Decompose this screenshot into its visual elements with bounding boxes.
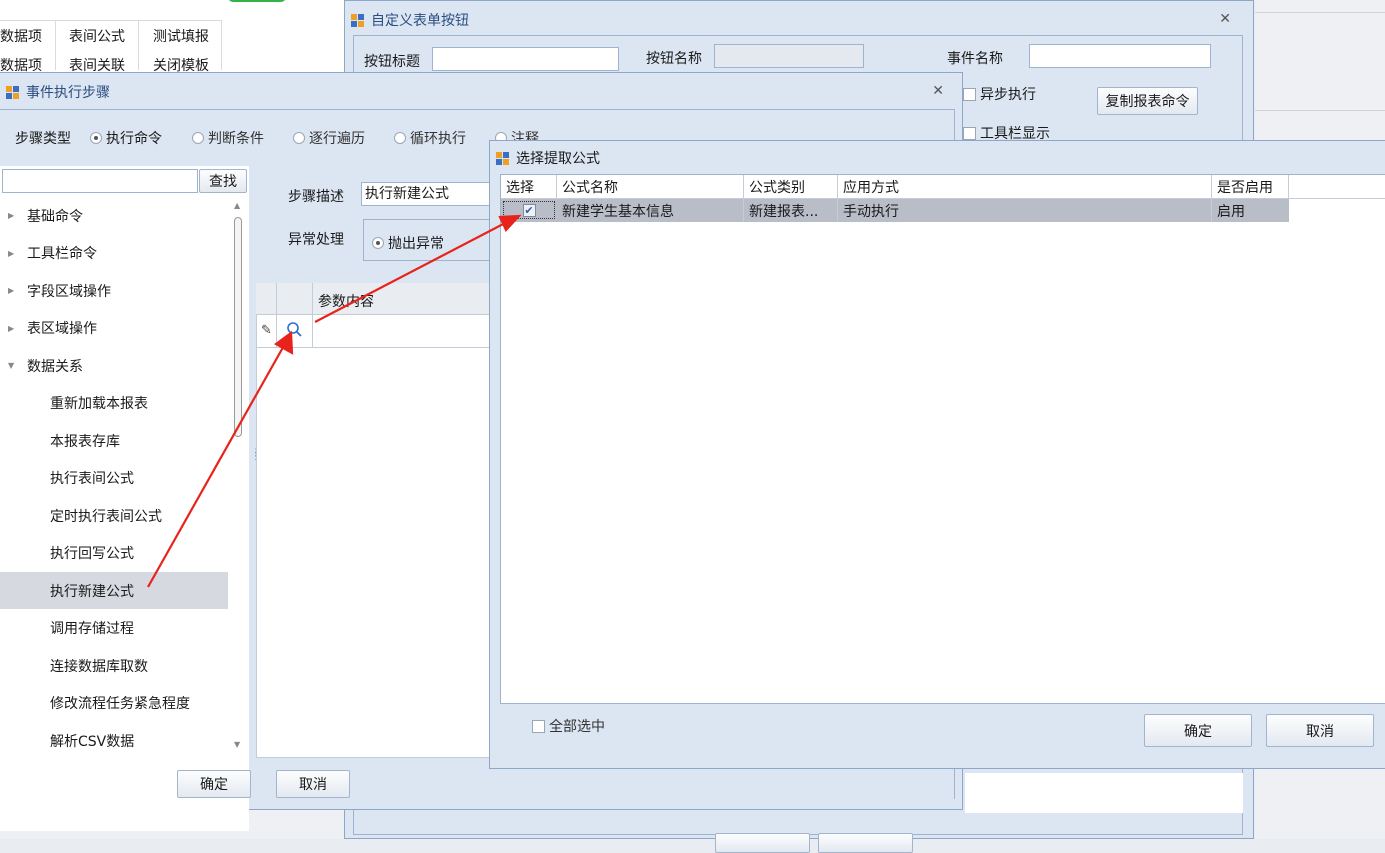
annotation-arrow-line xyxy=(314,220,510,323)
annotation-arrowhead xyxy=(498,214,522,232)
annotation-arrows xyxy=(147,214,522,588)
annotation-arrowhead xyxy=(273,330,294,355)
annotation-arrow-line xyxy=(147,341,287,588)
